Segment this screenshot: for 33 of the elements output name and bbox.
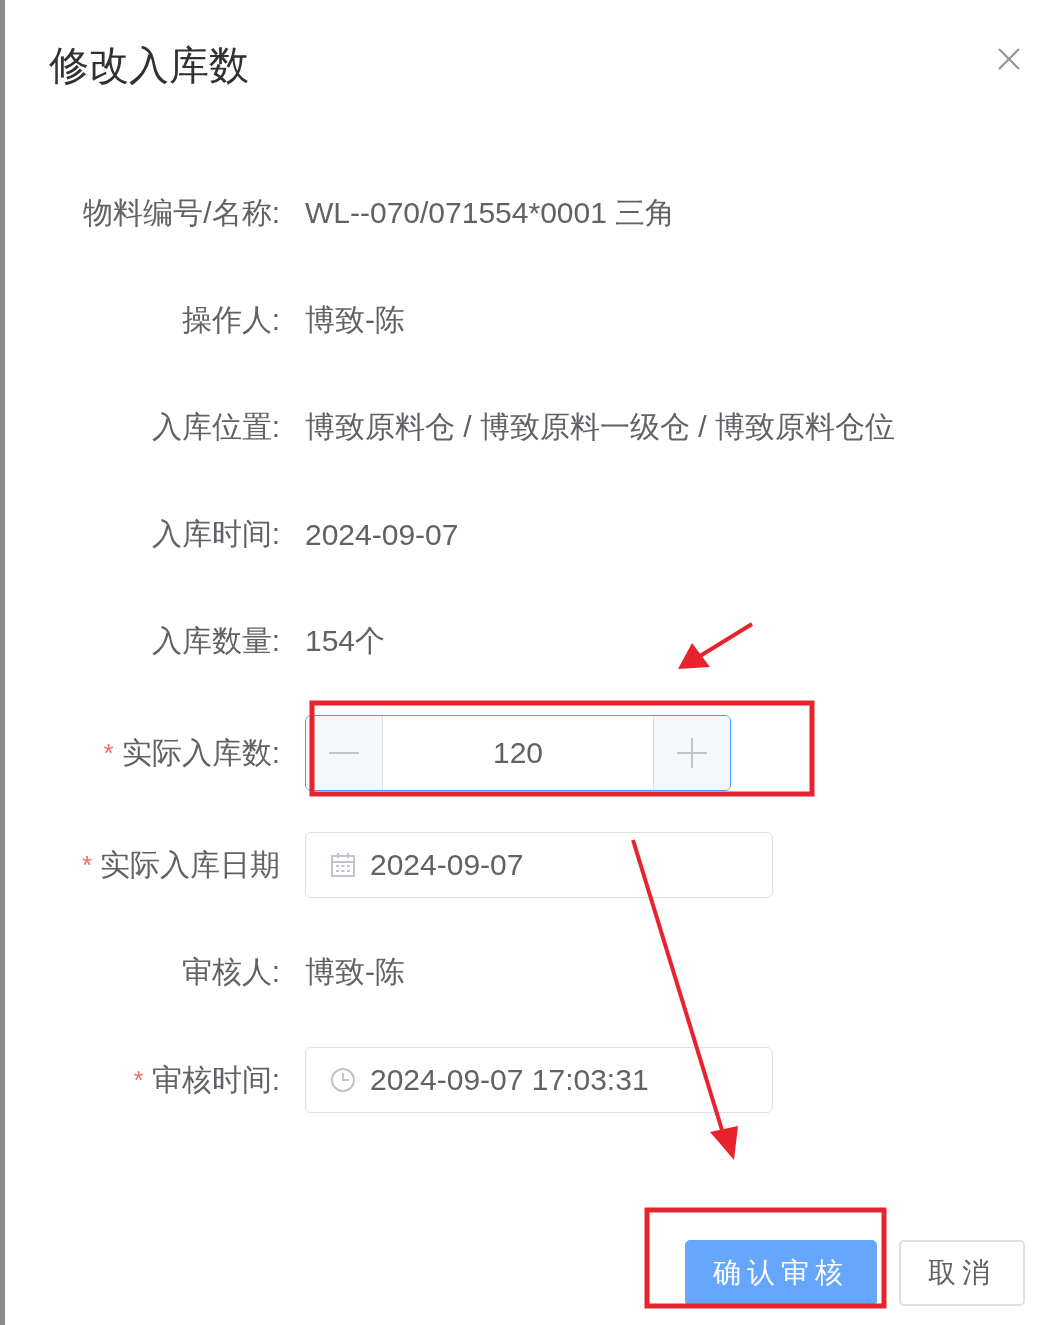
field-label: 审核人: — [181, 954, 280, 990]
increment-button[interactable] — [653, 716, 730, 790]
decrement-button[interactable] — [306, 716, 383, 790]
date-value: 2024-09-07 — [370, 848, 524, 882]
close-icon[interactable] — [997, 47, 1021, 71]
field-label: 物料编号/名称: — [83, 195, 280, 231]
required-mark: * — [81, 849, 92, 881]
field-label: 入库数量: — [151, 623, 280, 659]
clock-icon — [330, 1067, 356, 1093]
field-value: WL--070/071554*0001 三角 — [305, 195, 676, 231]
date-value: 2024-09-07 17:03:31 — [370, 1063, 649, 1097]
field-value: 博致原料仓 / 博致原料一级仓 / 博致原料仓位 — [305, 409, 895, 445]
required-mark: * — [133, 1064, 144, 1096]
minus-icon — [329, 751, 359, 755]
field-value: 154个 — [305, 623, 386, 659]
quantity-value: 120 — [491, 736, 545, 770]
required-mark: * — [103, 737, 114, 769]
field-label: 审核时间: — [151, 1061, 280, 1098]
field-label: 实际入库日期 — [100, 846, 280, 883]
field-value: 博致-陈 — [305, 954, 405, 990]
field-value: 2024-09-07 — [305, 517, 459, 552]
date-picker-field[interactable]: 2024-09-07 — [305, 832, 773, 898]
field-label: 入库时间: — [151, 516, 280, 552]
field-value: 博致-陈 — [305, 302, 405, 338]
number-input[interactable]: 120 — [305, 715, 731, 791]
cancel-button[interactable]: 取消 — [899, 1240, 1025, 1306]
field-label: 实际入库数: — [121, 734, 280, 771]
calendar-icon — [330, 852, 356, 878]
field-label: 操作人: — [181, 302, 280, 338]
field-label: 入库位置: — [151, 409, 280, 445]
plus-icon — [677, 738, 707, 768]
dialog-title: 修改入库数 — [49, 41, 249, 89]
date-picker-field[interactable]: 2024-09-07 17:03:31 — [305, 1047, 773, 1113]
